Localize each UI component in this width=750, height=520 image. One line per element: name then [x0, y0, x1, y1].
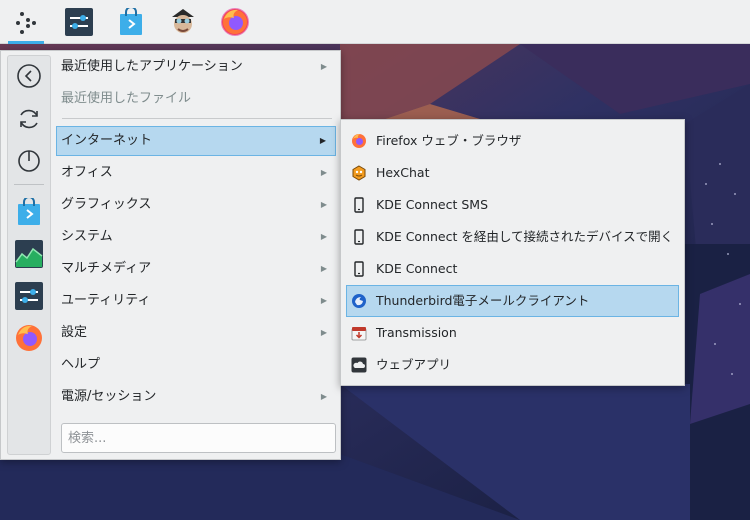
- submenu-item-firefox[interactable]: Firefox ウェブ・ブラウザ: [346, 125, 679, 157]
- submenu-item-kde-connect[interactable]: KDE Connect: [346, 253, 679, 285]
- submenu-item-label: ウェブアプリ: [376, 357, 452, 372]
- submenu-arrow-icon: ▶: [320, 392, 327, 401]
- menu-item-graphics[interactable]: グラフィックス ▶: [56, 190, 336, 220]
- submenu-item-hexchat[interactable]: HexChat: [346, 157, 679, 189]
- submenu-item-label: KDE Connect を経由して接続されたデバイスで開く: [376, 229, 674, 244]
- discover-store-icon[interactable]: [111, 2, 151, 42]
- menu-item-power-session[interactable]: 電源/セッション ▶: [56, 382, 336, 412]
- menu-separator: [62, 118, 332, 119]
- submenu-item-kde-connect-sms[interactable]: KDE Connect SMS: [346, 189, 679, 221]
- submenu-item-transmission[interactable]: Transmission: [346, 317, 679, 349]
- menu-item-internet[interactable]: インターネット ▶: [56, 126, 336, 156]
- submenu-item-label: Transmission: [376, 325, 457, 340]
- strip-separator: [14, 184, 44, 185]
- search-input[interactable]: [61, 423, 336, 453]
- submenu-arrow-icon: ▶: [320, 296, 327, 305]
- menu-item-label: システム: [61, 229, 113, 244]
- menu-item-utilities[interactable]: ユーティリティ ▶: [56, 286, 336, 316]
- submenu-arrow-icon: ▶: [320, 200, 327, 209]
- menu-item-label: ヘルプ: [61, 357, 101, 372]
- menu-item-help[interactable]: ヘルプ: [56, 350, 336, 380]
- menu-item-recent-files[interactable]: 最近使用したファイル: [56, 84, 336, 114]
- menu-item-label: オフィス: [61, 165, 113, 180]
- submenu-arrow-icon: ▶: [320, 328, 327, 337]
- menu-item-recent-applications[interactable]: 最近使用したアプリケーション ▶: [56, 52, 336, 82]
- submenu-arrow-icon: ▶: [320, 168, 327, 177]
- submenu-item-thunderbird[interactable]: Thunderbird電子メールクライアント: [346, 285, 679, 317]
- phone-icon: [351, 197, 367, 213]
- menu-item-label: グラフィックス: [61, 197, 152, 212]
- submenu-arrow-icon: ▶: [319, 136, 326, 145]
- menu-item-label: 電源/セッション: [61, 389, 157, 404]
- menu-item-label: ユーティリティ: [61, 293, 151, 308]
- firefox-icon: [351, 133, 367, 149]
- thunderbird-icon: [351, 293, 367, 309]
- hexchat-icon: [351, 165, 367, 181]
- jester-character-icon[interactable]: [163, 2, 203, 42]
- system-monitor-icon[interactable]: [12, 237, 46, 271]
- top-panel: [0, 0, 750, 44]
- phone-icon: [351, 261, 367, 277]
- submenu-item-label: KDE Connect SMS: [376, 197, 489, 212]
- submenu-item-kde-connect-open[interactable]: KDE Connect を経由して接続されたデバイスで開く: [346, 221, 679, 253]
- refresh-icon[interactable]: [12, 102, 46, 136]
- favorites-strip: [7, 55, 51, 455]
- phone-icon: [351, 229, 367, 245]
- cloud-icon: [351, 357, 367, 373]
- submenu-arrow-icon: ▶: [320, 62, 327, 71]
- menu-item-system[interactable]: システム ▶: [56, 222, 336, 252]
- system-settings-icon[interactable]: [59, 2, 99, 42]
- internet-submenu: Firefox ウェブ・ブラウザ HexChat KDE Connect SMS…: [340, 119, 685, 386]
- menu-item-label: マルチメディア: [61, 261, 152, 276]
- application-menu: 最近使用したアプリケーション ▶ 最近使用したファイル インターネット ▶ オフ…: [0, 50, 341, 460]
- menu-item-label: 最近使用したファイル: [61, 91, 192, 106]
- transmission-icon: [351, 325, 367, 341]
- power-icon[interactable]: [12, 143, 46, 177]
- discover-store-icon[interactable]: [12, 195, 46, 229]
- submenu-item-label: KDE Connect: [376, 261, 458, 276]
- menu-item-office[interactable]: オフィス ▶: [56, 158, 336, 188]
- submenu-item-web-apps[interactable]: ウェブアプリ: [346, 349, 679, 381]
- menu-item-multimedia[interactable]: マルチメディア ▶: [56, 254, 336, 284]
- menu-item-settings[interactable]: 設定 ▶: [56, 318, 336, 348]
- submenu-arrow-icon: ▶: [320, 232, 327, 241]
- menu-item-label: 設定: [61, 325, 88, 340]
- submenu-item-label: Firefox ウェブ・ブラウザ: [376, 133, 522, 148]
- firefox-icon[interactable]: [12, 321, 46, 355]
- system-settings-icon[interactable]: [12, 279, 46, 313]
- submenu-item-label: Thunderbird電子メールクライアント: [376, 293, 590, 308]
- kickoff-launcher-icon[interactable]: [6, 2, 46, 44]
- submenu-item-label: HexChat: [376, 165, 430, 180]
- back-arrow-icon[interactable]: [12, 59, 46, 93]
- menu-item-label: 最近使用したアプリケーション: [61, 59, 243, 74]
- submenu-arrow-icon: ▶: [320, 264, 327, 273]
- menu-item-label: インターネット: [61, 133, 153, 148]
- firefox-icon[interactable]: [215, 2, 255, 42]
